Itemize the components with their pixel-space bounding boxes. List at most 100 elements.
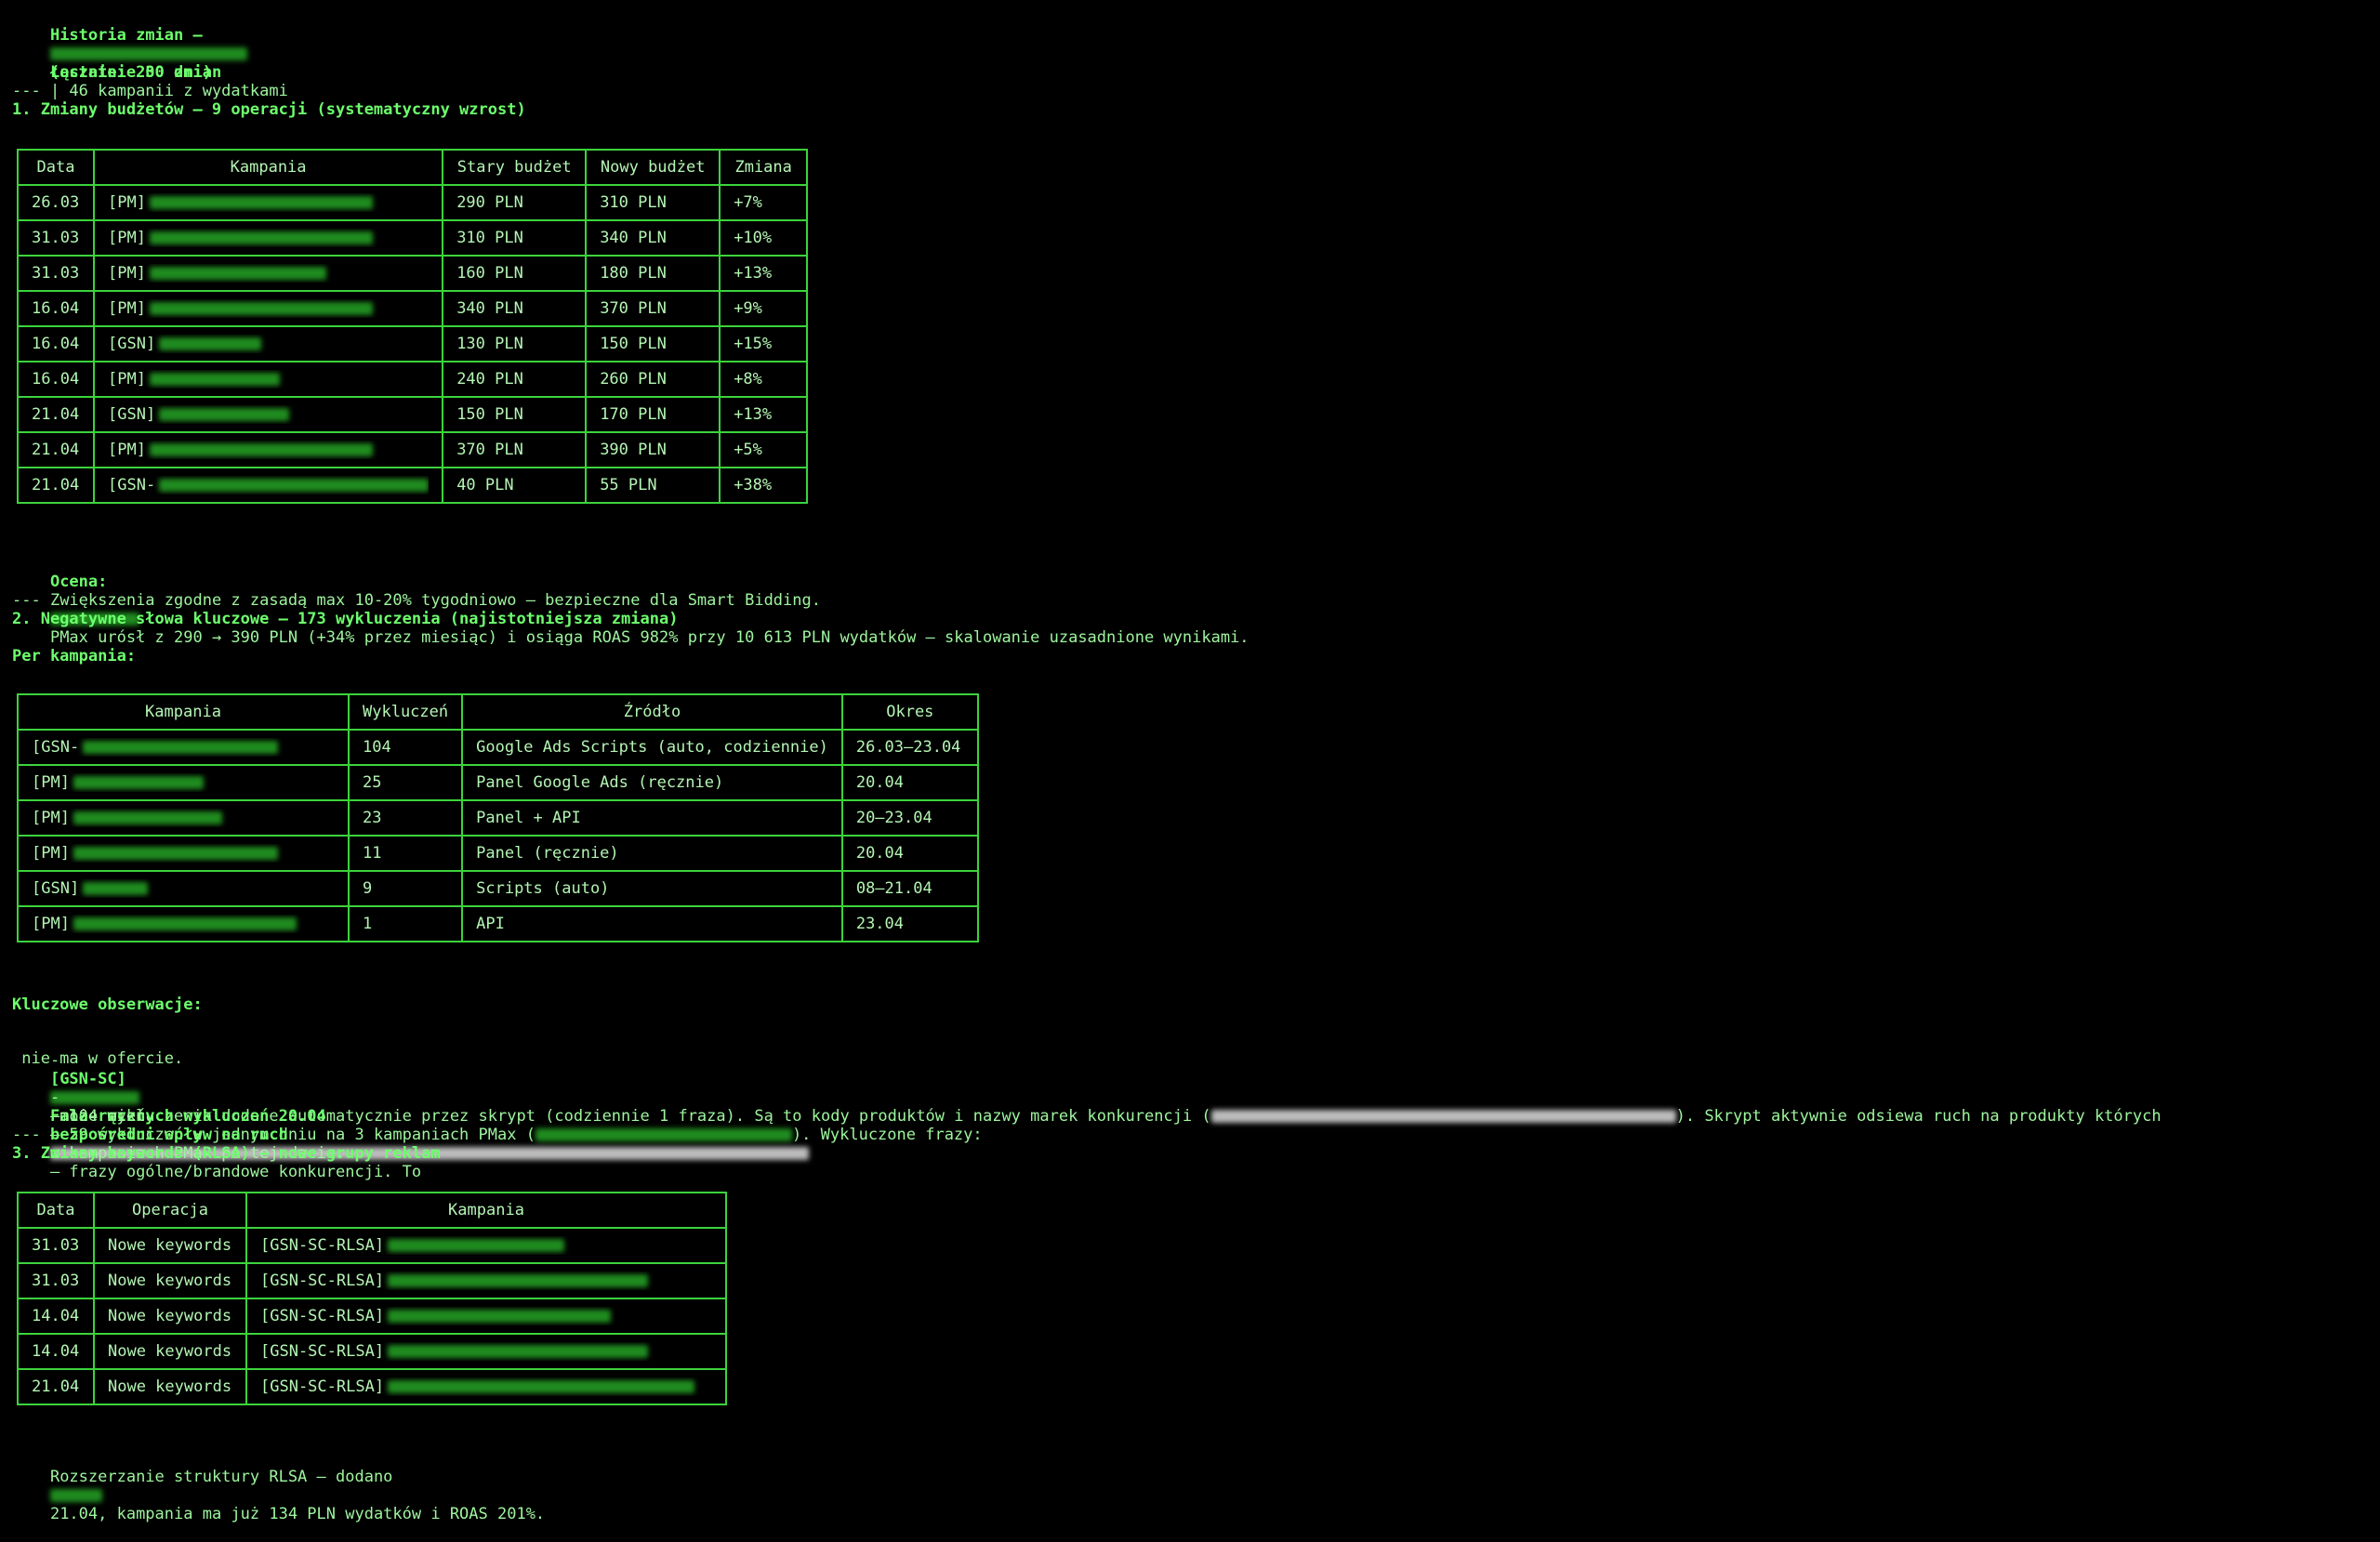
table-row: [GSN- 104 Google Ads Scripts (auto, codzie… <box>17 729 979 766</box>
campaign-prefix: [PM] <box>108 229 146 247</box>
campaign-prefix: [PM] <box>108 370 146 389</box>
new-budget-cell: 340 PLN <box>585 219 721 257</box>
campaign-prefix: [PM] <box>32 844 70 863</box>
campaign-cell: [GSN] <box>92 396 444 433</box>
new-budget-cell: 370 PLN <box>585 290 721 327</box>
source-cell: Panel + API <box>461 799 843 837</box>
date-cell: 16.04 <box>17 290 95 327</box>
redacted-campaign-name <box>73 917 297 930</box>
new-budget-cell: 260 PLN <box>585 361 721 398</box>
section-2-heading: 2. Negatywne słowa kluczowe — 173 wykluc… <box>12 610 679 628</box>
table-row: [GSN] 9 Scripts (auto) 08–21.04 <box>17 870 979 907</box>
campaign-cell: [PM] <box>92 290 444 327</box>
redacted-campaign-name <box>149 373 280 386</box>
change-cell: +5% <box>719 431 809 468</box>
operation-cell: Nowe keywords <box>93 1262 247 1299</box>
date-cell: 21.04 <box>17 1368 95 1405</box>
new-budget-cell: 390 PLN <box>585 431 721 468</box>
table-header-row: Kampania Wykluczeń Źródło Okres <box>17 693 979 731</box>
table-row: [PM] 23 Panel + API 20–23.04 <box>17 799 979 837</box>
new-budget-cell: 55 PLN <box>585 467 721 504</box>
campaign-prefix: [GSN-SC-RLSA] <box>260 1272 385 1290</box>
date-cell: 31.03 <box>17 219 95 257</box>
redacted-campaign-name <box>83 741 279 754</box>
old-budget-cell: 290 PLN <box>442 184 588 221</box>
change-cell: +38% <box>719 467 809 504</box>
campaign-cell: [PM] <box>17 905 350 942</box>
separator: --- <box>12 82 41 100</box>
campaign-cell: [GSN-SC-RLSA] <box>245 1227 727 1264</box>
source-cell: API <box>461 905 843 942</box>
table-row: 21.04 [GSN] 150 PLN 170 PLN +13% <box>17 396 809 433</box>
old-budget-cell: 130 PLN <box>442 325 588 362</box>
table-row: [PM] 1 API 23.04 <box>17 905 979 942</box>
campaign-prefix: [GSN] <box>108 335 156 353</box>
new-budget-cell: 170 PLN <box>585 396 721 433</box>
exclusion-count-cell: 1 <box>347 905 464 942</box>
obs2-text-2: ). Wykluczone frazy: <box>791 1126 983 1144</box>
separator: --- <box>12 1126 41 1144</box>
column-header: Kampania <box>92 149 444 186</box>
campaign-prefix: [GSN-SC-RLSA] <box>260 1377 385 1396</box>
period-cell: 20.04 <box>840 764 979 801</box>
campaign-prefix: [PM] <box>32 809 70 827</box>
campaign-prefix: [GSN- <box>32 738 80 757</box>
old-budget-cell: 240 PLN <box>442 361 588 398</box>
footer-text-1: Rozszerzanie struktury RLSA — dodano <box>49 1468 393 1486</box>
redacted-campaign-name <box>149 267 326 280</box>
assessment-text-2: PMax urósł z 290 → 390 PLN (+34% przez m… <box>49 628 1250 647</box>
campaign-prefix: [PM] <box>108 441 146 459</box>
source-cell: Scripts (auto) <box>461 870 843 907</box>
date-cell: 31.03 <box>17 1227 95 1264</box>
column-header: Wykluczeń <box>347 693 464 731</box>
column-header: Data <box>17 1192 95 1229</box>
table-row: [PM] 25 Panel Google Ads (ręcznie) 20.04 <box>17 764 979 801</box>
old-budget-cell: 340 PLN <box>442 290 588 327</box>
obs1-text-2: ). Skrypt aktywnie odsiewa ruch na produ… <box>1675 1107 2162 1126</box>
period-cell: 20.04 <box>840 835 979 872</box>
exclusion-count-cell: 9 <box>347 870 464 907</box>
source-cell: Google Ads Scripts (auto, codziennie) <box>461 729 843 766</box>
campaign-cell: [GSN- <box>17 729 350 766</box>
date-cell: 16.04 <box>17 325 95 362</box>
date-cell: 26.03 <box>17 184 95 221</box>
campaign-prefix: [PM] <box>108 193 146 212</box>
per-campaign-label: Per kampania: <box>12 647 137 666</box>
observations-heading: Kluczowe obserwacje: <box>12 995 203 1014</box>
assessment-text-1: Zwiększenia zgodne z zasadą max 10-20% t… <box>49 591 821 610</box>
change-cell: +10% <box>719 219 809 257</box>
table-row: 21.04 [GSN- 40 PLN 55 PLN +38% <box>17 467 809 504</box>
campaign-prefix: [GSN- <box>108 476 156 494</box>
obs2-cont-1: może mieć <box>49 1107 146 1126</box>
period-cell: 23.04 <box>840 905 979 942</box>
section-3-heading: 3. Zmiany keywords (RLSA) — nowe grupy r… <box>12 1144 441 1163</box>
exclusion-count-cell: 25 <box>347 764 464 801</box>
date-cell: 21.04 <box>17 431 95 468</box>
source-cell: Panel (ręcznie) <box>461 835 843 872</box>
obs2-cont-bold: bezpośredni wpływ na ruch <box>49 1126 288 1144</box>
period-cell: 08–21.04 <box>840 870 979 907</box>
change-cell: +13% <box>719 255 809 292</box>
table-header-row: Data Operacja Kampania <box>17 1192 727 1229</box>
redacted-campaign-name <box>73 847 278 860</box>
source-cell: Panel Google Ads (ręcznie) <box>461 764 843 801</box>
campaign-prefix: [PM] <box>108 264 146 283</box>
campaign-cell: [GSN] <box>92 325 444 362</box>
campaign-cell: [GSN] <box>17 870 350 907</box>
redacted-campaign-name <box>149 196 373 209</box>
column-header: Źródło <box>461 693 843 731</box>
column-header: Okres <box>840 693 979 731</box>
old-budget-cell: 160 PLN <box>442 255 588 292</box>
redacted-campaign-name <box>83 882 149 895</box>
assessment-label: Ocena: <box>49 573 108 591</box>
redacted-campaign-name <box>388 1310 612 1323</box>
change-cell: +13% <box>719 396 809 433</box>
campaign-cell: [PM] <box>92 255 444 292</box>
redacted-campaign-name <box>149 443 373 456</box>
table-row: 26.03 [PM] 290 PLN 310 PLN +7% <box>17 184 809 221</box>
section-1-heading: 1. Zmiany budżetów — 9 operacji (systema… <box>12 100 526 119</box>
old-budget-cell: 150 PLN <box>442 396 588 433</box>
footer-text-2: 21.04, kampania ma już 134 PLN wydatków … <box>49 1505 546 1523</box>
column-header: Zmiana <box>719 149 809 186</box>
rlsa-keywords-table: Data Operacja Kampania 31.03 Nowe keyword… <box>17 1192 727 1405</box>
